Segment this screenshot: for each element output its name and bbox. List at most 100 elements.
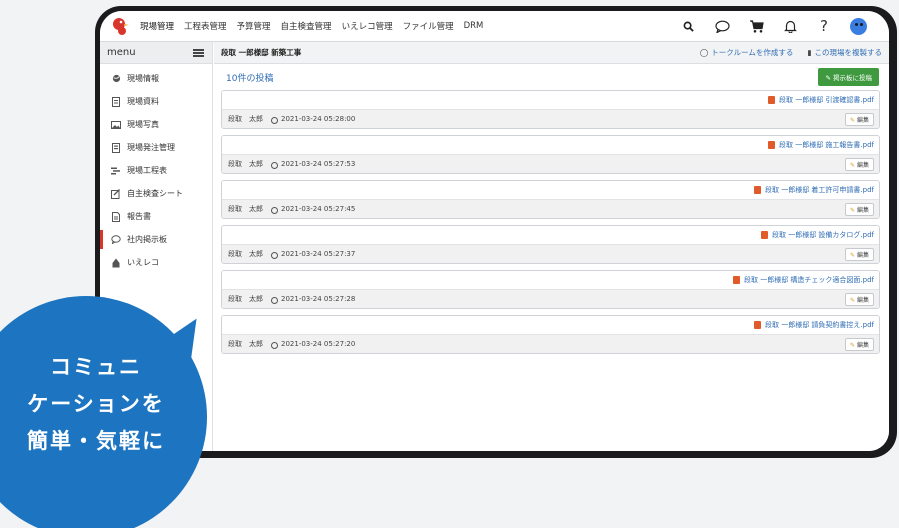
sidebar-item-report[interactable]: 報告書: [100, 205, 212, 228]
sidebar-item-inspection-sheet[interactable]: 自主検査シート: [100, 182, 212, 205]
pencil-icon: ✎: [849, 296, 855, 304]
edit-button[interactable]: ✎ 編集: [844, 157, 874, 171]
post-timestamp: 2021-03-24 05:27:28: [281, 295, 356, 303]
clock-icon: [271, 251, 278, 259]
clock-icon: [271, 296, 278, 304]
post-author: 段取 太郎: [228, 115, 263, 123]
report-icon: [111, 211, 121, 222]
post-timestamp: 2021-03-24 05:27:45: [281, 205, 356, 213]
gantt-icon: [111, 166, 121, 176]
post-author: 段取 太郎: [228, 250, 263, 258]
post-attachment-row: 段取 一郎様邸 設備カタログ.pdf: [222, 226, 879, 244]
post-meta-row: 段取 太郎 2021-03-24 05:27:20 ✎ 編集: [222, 334, 879, 353]
edit-button[interactable]: ✎ 編集: [844, 337, 874, 351]
clock-icon: [271, 206, 278, 214]
help-icon[interactable]: ?: [816, 17, 832, 35]
clock-icon: [271, 161, 278, 169]
edit-button[interactable]: ✎ 編集: [844, 202, 874, 216]
header-actions: ◯ トークルームを作成する ▮ この現場を複製する: [700, 47, 882, 58]
document-icon: [111, 96, 121, 107]
attachment-link[interactable]: 段取 一郎様邸 着工許可申請書.pdf: [765, 185, 874, 195]
nav-budget-management[interactable]: 予算管理: [237, 20, 271, 32]
sidebar-item-site-photos[interactable]: 現場写真: [100, 113, 212, 136]
list-item: 段取 一郎様邸 設備カタログ.pdf 段取 太郎 2021-03-24 05:2…: [221, 225, 880, 264]
post-attachment-row: 段取 一郎様邸 構造チェック適合図面.pdf: [222, 271, 879, 289]
edit-button[interactable]: ✎ 編集: [844, 247, 874, 261]
post-author: 段取 太郎: [228, 340, 263, 348]
post-to-board-button[interactable]: ✎ 掲示板に投稿: [818, 68, 879, 86]
post-meta-row: 段取 太郎 2021-03-24 05:28:00 ✎ 編集: [222, 109, 879, 128]
sidebar-item-site-orders[interactable]: 現場発注管理: [100, 136, 212, 159]
chat-icon[interactable]: [714, 18, 730, 34]
sidebar-item-ierekko[interactable]: いえレコ: [100, 251, 212, 274]
clock-icon: [271, 116, 278, 124]
pdf-icon: [753, 186, 761, 194]
house-icon: [111, 258, 121, 268]
post-attachment-row: 段取 一郎様邸 着工許可申請書.pdf: [222, 181, 879, 199]
list-item: 段取 一郎様邸 構造チェック適合図面.pdf 段取 太郎 2021-03-24 …: [221, 270, 880, 309]
globe-icon: [111, 74, 121, 84]
chat-bubble-icon: [111, 235, 121, 245]
pdf-icon: [767, 96, 775, 104]
clock-icon: [271, 341, 278, 349]
main-nav: 現場管理 工程表管理 予算管理 自主検査管理 いえレコ管理 ファイル管理 DRM: [140, 20, 483, 32]
post-author: 段取 太郎: [228, 295, 263, 303]
bubble-line-1: コミュニ: [50, 355, 142, 379]
sidebar-item-label: いえレコ: [127, 258, 159, 267]
edit-label: 編集: [856, 116, 869, 124]
sidebar-item-label: 現場情報: [127, 74, 159, 83]
pdf-icon: [732, 276, 740, 284]
sidebar-item-label: 自主検査シート: [127, 189, 183, 198]
edit-label: 編集: [856, 161, 869, 169]
post-count-row: 10件の投稿 ✎ 掲示板に投稿: [214, 64, 889, 90]
post-count: 10件の投稿: [226, 73, 274, 84]
list-item: 段取 一郎様邸 請負契約書控え.pdf 段取 太郎 2021-03-24 05:…: [221, 315, 880, 354]
post-meta-row: 段取 太郎 2021-03-24 05:27:28 ✎ 編集: [222, 289, 879, 308]
sidebar-title: menu: [107, 47, 136, 58]
list-item: 段取 一郎様邸 施工報告書.pdf 段取 太郎 2021-03-24 05:27…: [221, 135, 880, 174]
edit-button[interactable]: ✎ 編集: [844, 292, 874, 306]
sidebar-item-label: 社内掲示板: [127, 235, 167, 244]
bell-icon[interactable]: [782, 18, 798, 34]
post-attachment-row: 段取 一郎様邸 引渡確認書.pdf: [222, 91, 879, 109]
post-author: 段取 太郎: [228, 205, 263, 213]
list-item: 段取 一郎様邸 着工許可申請書.pdf 段取 太郎 2021-03-24 05:…: [221, 180, 880, 219]
search-icon[interactable]: [680, 18, 696, 34]
copy-site-link[interactable]: ▮ この現場を複製する: [807, 47, 882, 58]
sidebar-item-site-info[interactable]: 現場情報: [100, 67, 212, 90]
sidebar-item-label: 現場写真: [127, 120, 159, 129]
speech-bubble-text: コミュニ ケーションを 簡単・気軽に: [8, 349, 184, 460]
pencil-icon: ✎: [849, 161, 855, 169]
edit-button[interactable]: ✎ 編集: [844, 112, 874, 126]
sidebar-item-site-schedule[interactable]: 現場工程表: [100, 159, 212, 182]
attachment-link[interactable]: 段取 一郎様邸 請負契約書控え.pdf: [765, 320, 874, 330]
attachment-link[interactable]: 段取 一郎様邸 施工報告書.pdf: [779, 140, 874, 150]
nav-site-management[interactable]: 現場管理: [140, 20, 174, 32]
post-attachment-row: 段取 一郎様邸 請負契約書控え.pdf: [222, 316, 879, 334]
list-icon: [111, 142, 121, 153]
avatar[interactable]: [850, 17, 867, 35]
nav-inspection-management[interactable]: 自主検査管理: [281, 20, 332, 32]
post-author: 段取 太郎: [228, 160, 263, 168]
create-talkroom-link[interactable]: ◯ トークルームを作成する: [700, 47, 793, 58]
nav-ierekko-management[interactable]: いえレコ管理: [342, 20, 393, 32]
edit-label: 編集: [856, 296, 869, 304]
sidebar-item-bulletin-board[interactable]: 社内掲示板: [100, 228, 212, 251]
nav-schedule-management[interactable]: 工程表管理: [184, 20, 227, 32]
post-timestamp: 2021-03-24 05:27:37: [281, 250, 356, 258]
cart-icon[interactable]: [748, 18, 764, 34]
nav-file-management[interactable]: ファイル管理: [403, 20, 454, 32]
pdf-icon: [760, 231, 768, 239]
sidebar-item-label: 現場工程表: [127, 166, 167, 175]
attachment-link[interactable]: 段取 一郎様邸 構造チェック適合図面.pdf: [744, 275, 874, 285]
bubble-line-3: 簡単・気軽に: [27, 429, 165, 453]
nav-drm[interactable]: DRM: [464, 21, 484, 31]
hamburger-menu-icon[interactable]: [193, 48, 204, 57]
app-logo[interactable]: [100, 11, 140, 42]
post-meta-row: 段取 太郎 2021-03-24 05:27:37 ✎ 編集: [222, 244, 879, 263]
bubble-line-2: ケーションを: [27, 392, 165, 416]
list-item: 段取 一郎様邸 引渡確認書.pdf 段取 太郎 2021-03-24 05:28…: [221, 90, 880, 129]
sidebar-item-site-documents[interactable]: 現場資料: [100, 90, 212, 113]
attachment-link[interactable]: 段取 一郎様邸 引渡確認書.pdf: [779, 95, 874, 105]
attachment-link[interactable]: 段取 一郎様邸 設備カタログ.pdf: [772, 230, 874, 240]
